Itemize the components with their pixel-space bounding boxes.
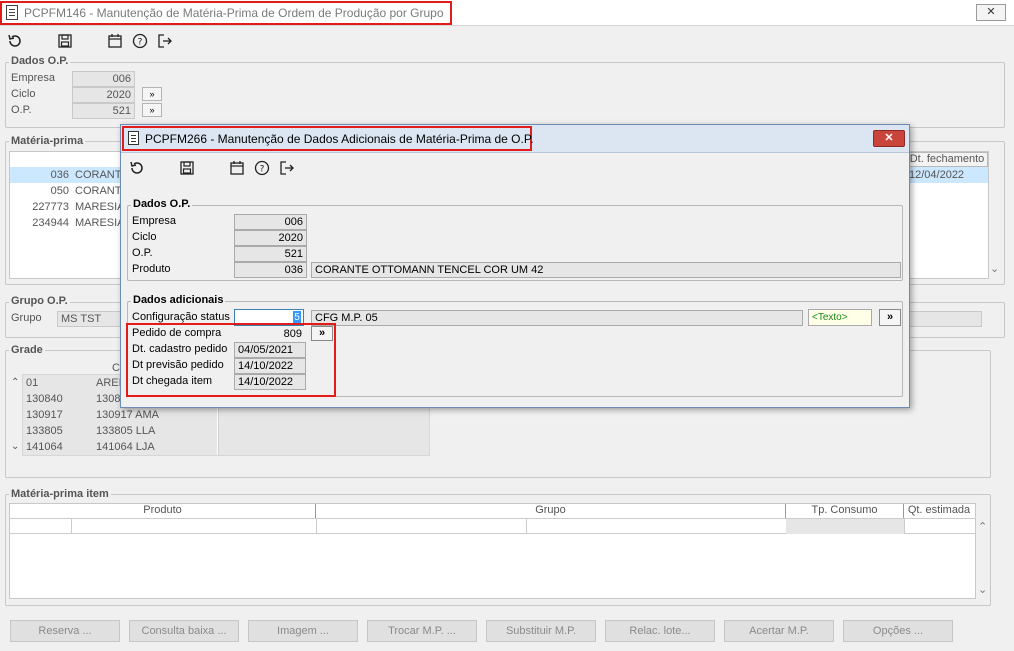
grade-row-b: 1308	[93, 391, 123, 407]
exit-icon[interactable]	[277, 158, 297, 178]
grade-extra-cells	[218, 407, 429, 455]
grade-row-a: 133805	[23, 423, 93, 439]
mp-row-code: 227773	[32, 201, 69, 213]
mp-scroll-down-icon[interactable]: ⌄	[990, 262, 999, 275]
modal-ciclo-field[interactable]: 2020	[234, 230, 307, 246]
grade-row-a: 01	[23, 375, 93, 391]
relac-lote-button[interactable]: Relac. lote...	[605, 620, 715, 642]
grade-row-a: 130840	[23, 391, 93, 407]
op-field[interactable]: 521	[72, 103, 135, 119]
help-icon[interactable]: ?	[252, 158, 272, 178]
mp-row-desc: CORANTE	[75, 169, 122, 181]
grupo-label: Grupo	[11, 312, 42, 324]
main-window-title: PCPFM146 - Manutenção de Matéria-Prima d…	[24, 6, 444, 20]
ciclo-field[interactable]: 2020	[72, 87, 135, 103]
mp-item-row[interactable]	[10, 518, 975, 534]
modal-ciclo-label: Ciclo	[132, 231, 157, 243]
save-icon[interactable]	[55, 31, 75, 51]
grade-row-b: AREI	[93, 375, 123, 391]
grade-legend: Grade	[9, 344, 45, 356]
calendar-icon[interactable]	[105, 31, 125, 51]
empresa-label: Empresa	[11, 72, 56, 84]
undo-icon[interactable]	[5, 31, 25, 51]
main-close-button[interactable]: ✕	[976, 4, 1006, 21]
mp-row-desc: MARESIA	[75, 201, 122, 213]
mp-row-code: 234944	[32, 217, 69, 229]
mp-row-code: 050	[50, 185, 69, 197]
ciclo-expand-button[interactable]: »	[142, 87, 162, 101]
modal-title-bar: PCPFM266 - Manutenção de Dados Adicionai…	[121, 125, 909, 153]
mp-header-dt-fechamento[interactable]: Dt. fechamento	[906, 152, 988, 167]
save-icon[interactable]	[177, 158, 197, 178]
trocar-mp-button[interactable]: Trocar M.P. ...	[367, 620, 477, 642]
grupo-field[interactable]: MS TST	[57, 311, 127, 327]
config-status-expand-button[interactable]: »	[879, 309, 901, 326]
mp-item-header-produto[interactable]: Produto	[10, 504, 316, 518]
grupo-op-legend: Grupo O.P.	[9, 295, 70, 307]
grade-row-b: 141064 LJA	[93, 439, 217, 455]
calendar-icon[interactable]	[227, 158, 247, 178]
grade-scroll-down-icon[interactable]: ⌄	[11, 441, 19, 452]
main-title-bar: PCPFM146 - Manutenção de Matéria-Prima d…	[0, 0, 1014, 26]
dados-op-legend: Dados O.P.	[9, 55, 71, 67]
modal-dados-adicionais-legend: Dados adicionais	[131, 294, 226, 306]
config-status-label: Configuração status	[132, 311, 230, 323]
imagem-button[interactable]: Imagem ...	[248, 620, 358, 642]
modal-empresa-label: Empresa	[132, 215, 177, 227]
grade-header-fragment: C	[112, 362, 120, 374]
acertar-mp-button[interactable]: Acertar M.P.	[724, 620, 834, 642]
opcoes-button[interactable]: Opções ...	[843, 620, 953, 642]
mp-item-header-tp-consumo[interactable]: Tp. Consumo	[786, 504, 904, 518]
grade-row-b: 133805 LLA	[93, 423, 217, 439]
mp-item-scroll-down-icon[interactable]: ⌄	[978, 583, 987, 596]
dados-adicionais-dialog: PCPFM266 - Manutenção de Dados Adicionai…	[120, 124, 910, 408]
modal-empresa-field[interactable]: 006	[234, 214, 307, 230]
grade-row-a: 130917	[23, 407, 93, 423]
op-expand-button[interactable]: »	[142, 103, 162, 117]
modal-produto-code-field[interactable]: 036	[234, 262, 307, 278]
texto-field[interactable]: <Texto>	[808, 309, 872, 326]
modal-produto-label: Produto	[132, 263, 171, 275]
dados-adicionais-highlight	[126, 323, 336, 397]
mp-row-code: 036	[50, 169, 69, 181]
help-icon[interactable]: ?	[130, 31, 150, 51]
ciclo-label: Ciclo	[11, 88, 36, 100]
consulta-baixa-button[interactable]: Consulta baixa ...	[129, 620, 239, 642]
svg-text:?: ?	[260, 165, 265, 175]
op-label: O.P.	[11, 104, 32, 116]
mp-item-scroll-up-icon[interactable]: ⌃	[978, 520, 987, 533]
modal-produto-desc-field[interactable]: CORANTE OTTOMANN TENCEL COR UM 42	[311, 262, 901, 278]
mp-item-header-grupo[interactable]: Grupo	[316, 504, 786, 518]
reserva-button[interactable]: Reserva ...	[10, 620, 120, 642]
modal-window-title: PCPFM266 - Manutenção de Dados Adicionai…	[145, 132, 534, 146]
grupo-desc-field[interactable]	[906, 311, 982, 327]
exit-icon[interactable]	[155, 31, 175, 51]
modal-dados-op-legend: Dados O.P.	[131, 198, 193, 210]
substituir-mp-button[interactable]: Substituir M.P.	[486, 620, 596, 642]
modal-op-label: O.P.	[132, 247, 153, 259]
modal-close-button[interactable]: ✕	[873, 130, 905, 147]
grade-scroll-up-icon[interactable]: ⌃	[11, 377, 19, 388]
config-status-desc-field[interactable]: CFG M.P. 05	[311, 310, 803, 326]
empresa-field[interactable]: 006	[72, 71, 135, 87]
mp-row-dt: 12/04/2022	[909, 169, 965, 181]
mp-item-legend: Matéria-prima item	[9, 488, 111, 500]
materia-prima-legend: Matéria-prima	[9, 135, 86, 147]
undo-icon[interactable]	[127, 158, 147, 178]
svg-text:?: ?	[138, 38, 143, 48]
mp-row-desc: CORANTE	[75, 185, 122, 197]
grade-row-b: 130917 AMA	[93, 407, 217, 423]
mp-item-header-qt-estimada[interactable]: Qt. estimada	[904, 504, 974, 518]
grade-row-a: 141064	[23, 439, 93, 455]
modal-op-field[interactable]: 521	[234, 246, 307, 262]
mp-row-desc: MARESIA	[75, 217, 122, 229]
